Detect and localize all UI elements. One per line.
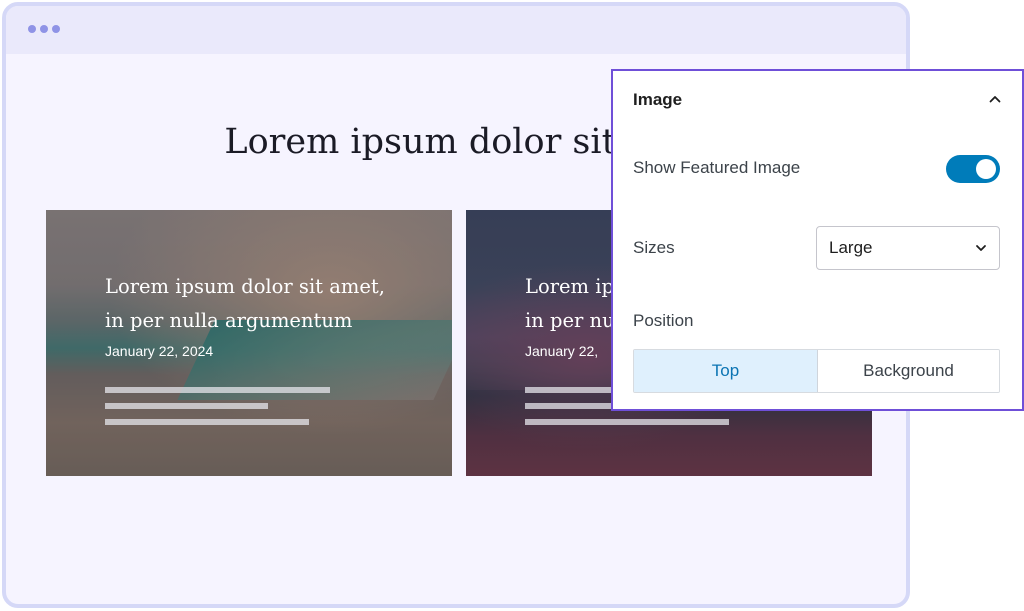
excerpt-placeholder-line xyxy=(105,419,309,425)
window-controls xyxy=(28,25,60,33)
show-featured-image-toggle[interactable] xyxy=(946,155,1000,183)
card-date: January 22, xyxy=(525,343,599,359)
excerpt-placeholder-line xyxy=(525,419,729,425)
stage: Lorem ipsum dolor sit a Lorem ipsum dolo… xyxy=(0,0,1024,611)
browser-title-bar xyxy=(6,6,906,54)
card-date: January 22, 2024 xyxy=(105,343,214,359)
window-dot-icon xyxy=(28,25,36,33)
position-label: Position xyxy=(633,311,694,330)
window-dot-icon xyxy=(40,25,48,33)
panel-header[interactable]: Image xyxy=(633,88,1003,112)
excerpt-placeholder-line xyxy=(105,387,330,393)
card-title[interactable]: Lorem ipsum dolor sit amet, in per nulla… xyxy=(105,270,405,338)
image-settings-panel: Image Show Featured Image Sizes Large Po… xyxy=(611,69,1024,411)
position-toggle-group: Top Background xyxy=(633,349,1000,393)
toggle-knob xyxy=(976,159,996,179)
panel-title: Image xyxy=(633,90,683,109)
position-option-top[interactable]: Top xyxy=(634,350,818,392)
position-option-background[interactable]: Background xyxy=(818,350,999,392)
sizes-label: Sizes xyxy=(633,238,675,257)
chevron-down-icon xyxy=(976,245,986,251)
sizes-select[interactable]: Large xyxy=(816,226,1000,270)
show-featured-image-label: Show Featured Image xyxy=(633,158,801,177)
window-dot-icon xyxy=(52,25,60,33)
post-card[interactable]: Lorem ipsum dolor sit amet, in per nulla… xyxy=(46,210,452,476)
sizes-select-value: Large xyxy=(829,238,873,257)
chevron-up-icon[interactable] xyxy=(989,93,1001,105)
excerpt-placeholder-line xyxy=(105,403,268,409)
